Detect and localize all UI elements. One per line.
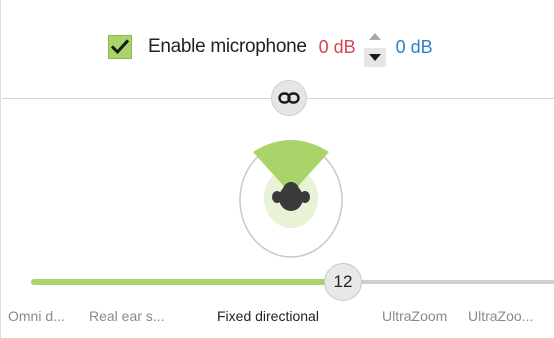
enable-microphone-checkbox[interactable] <box>108 35 132 59</box>
link-icon <box>278 92 300 104</box>
microphone-control-row: Enable microphone 0 dB 0 dB <box>108 32 433 67</box>
enable-microphone-label[interactable]: Enable microphone <box>148 36 307 58</box>
gain-down-button[interactable] <box>363 48 386 67</box>
link-toggle-button[interactable] <box>271 80 307 116</box>
mode-label-omni[interactable]: Omni d... <box>8 308 65 324</box>
left-gain-value: 0 dB <box>318 36 356 57</box>
directional-pattern-icon <box>239 140 343 258</box>
mode-label-ultrazoom-2[interactable]: UltraZoo... <box>468 308 533 324</box>
microphone-panel: Enable microphone 0 dB 0 dB 12 Omni d...… <box>0 0 554 338</box>
check-icon <box>111 39 129 55</box>
mode-label-real-ear[interactable]: Real ear s... <box>89 308 164 324</box>
directionality-mode-labels: Omni d... Real ear s... Fixed directiona… <box>1 308 554 330</box>
mode-label-ultrazoom[interactable]: UltraZoom <box>382 308 447 324</box>
gain-stepper[interactable] <box>363 27 386 67</box>
mode-label-fixed-directional[interactable]: Fixed directional <box>217 308 319 324</box>
triangle-down-icon <box>368 54 381 61</box>
gain-up-button[interactable] <box>364 27 386 46</box>
directionality-slider-fill <box>31 279 343 285</box>
triangle-up-icon <box>368 33 381 40</box>
directionality-slider-thumb[interactable]: 12 <box>324 263 362 301</box>
right-gain-value: 0 dB <box>395 36 433 57</box>
